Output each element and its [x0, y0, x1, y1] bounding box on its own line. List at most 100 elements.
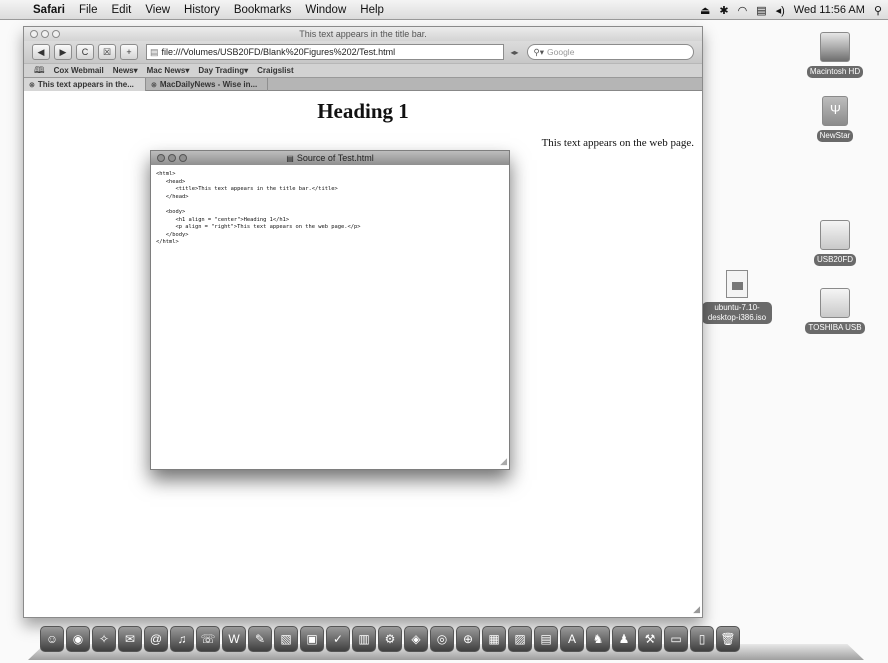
external-drive-icon: [820, 220, 850, 250]
script-editor-icon[interactable]: ✓: [326, 626, 350, 652]
bookmark-news[interactable]: News▾: [113, 66, 138, 75]
code-line: <p align = "right">This text appears on …: [156, 224, 361, 231]
window-controls: [30, 30, 60, 38]
trash-icon[interactable]: 🗑: [716, 626, 740, 652]
menu-bar: Safari File Edit View History Bookmarks …: [0, 0, 888, 20]
network-icon[interactable]: ◎: [430, 626, 454, 652]
search-field[interactable]: ⚲▾ Google: [526, 44, 694, 60]
eject-icon[interactable]: ⏏: [700, 4, 710, 17]
hard-drive-icon: [820, 32, 850, 62]
spotlight-icon[interactable]: ⚲: [874, 4, 882, 17]
address-field[interactable]: ▤ file:///Volumes/USB20FD/Blank%20Figure…: [146, 44, 505, 60]
cube-icon[interactable]: ◈: [404, 626, 428, 652]
tab-close-icon[interactable]: ⊗: [151, 81, 157, 89]
address-dropdown-icon[interactable]: ◂▸: [510, 48, 518, 57]
search-icon: ⚲▾: [533, 46, 545, 57]
minimize-button[interactable]: [168, 154, 176, 162]
code-line: <title>This text appears in the title ba…: [156, 186, 338, 193]
forward-button[interactable]: ▶: [54, 44, 72, 60]
dashboard-icon[interactable]: ◉: [66, 626, 90, 652]
user-icon[interactable]: ♟: [612, 626, 636, 652]
bookmarks-book-icon[interactable]: 🕮: [34, 63, 45, 79]
add-bookmark-button[interactable]: +: [120, 44, 138, 60]
external-drive-icon: [820, 288, 850, 318]
picture-icon[interactable]: ▨: [508, 626, 532, 652]
bookmark-day-trading[interactable]: Day Trading▾: [198, 66, 248, 75]
menu-help[interactable]: Help: [353, 4, 391, 16]
bluetooth-icon[interactable]: ✱: [719, 4, 728, 17]
desktop-icon-label: USB20FD: [813, 254, 856, 266]
textedit-icon[interactable]: ✎: [248, 626, 272, 652]
utilities-icon[interactable]: ⚒: [638, 626, 662, 652]
zoom-button[interactable]: [179, 154, 187, 162]
source-code[interactable]: <html> <head> <title>This text appears i…: [151, 165, 509, 253]
desktop-icon-ubuntu-iso[interactable]: ubuntu-7.10-desktop-i386.iso: [697, 270, 777, 324]
menu-file[interactable]: File: [72, 4, 105, 16]
zoom-button[interactable]: [52, 30, 60, 38]
menu-edit[interactable]: Edit: [105, 4, 139, 16]
menu-view[interactable]: View: [138, 4, 177, 16]
finder-icon[interactable]: ☺: [40, 626, 64, 652]
source-window-title: Source of Test.html: [296, 153, 374, 163]
desktop-icon-label: TOSHIBA USB: [805, 322, 865, 334]
code-line: </head>: [156, 193, 189, 200]
desktop-icon-usb20fd[interactable]: USB20FD: [795, 220, 875, 266]
bookmark-cox-webmail[interactable]: Cox Webmail: [54, 66, 104, 75]
tab-macdailynews[interactable]: ⊗ MacDailyNews - Wise in...: [146, 78, 268, 91]
bookmark-craigslist[interactable]: Craigslist: [257, 66, 293, 75]
desktop-icon-toshiba-usb[interactable]: TOSHIBA USB: [795, 288, 875, 334]
minimize-button[interactable]: [41, 30, 49, 38]
calculator-icon[interactable]: ▤: [534, 626, 558, 652]
iweb-icon[interactable]: W: [222, 626, 246, 652]
code-line: <html>: [156, 171, 176, 177]
photo-booth-icon[interactable]: ▦: [482, 626, 506, 652]
menu-history[interactable]: History: [177, 4, 227, 16]
window-controls: [157, 154, 187, 162]
font-book-icon[interactable]: A: [560, 626, 584, 652]
back-icon: ◀: [37, 46, 45, 57]
menu-clock[interactable]: Wed 11:56 AM: [794, 4, 865, 16]
source-window: ▤ Source of Test.html <html> <head> <titl…: [150, 150, 510, 470]
menu-bookmarks[interactable]: Bookmarks: [227, 4, 299, 16]
page-paragraph: This text appears on the web page.: [541, 137, 694, 149]
safari-toolbar: ◀ ▶ C ☒ + ▤ file:///Volumes/USB20FD/Blan…: [24, 41, 702, 63]
source-titlebar[interactable]: ▤ Source of Test.html: [151, 151, 509, 165]
downloads-folder-icon[interactable]: ▭: [664, 626, 688, 652]
resize-grip-icon[interactable]: ◢: [500, 456, 507, 467]
desktop-icon-label: Macintosh HD: [806, 66, 864, 78]
close-button[interactable]: [30, 30, 38, 38]
system-preferences-icon[interactable]: ⚙: [378, 626, 402, 652]
preview-icon[interactable]: ▧: [274, 626, 298, 652]
tab-bar: ⊗ This text appears in the... ⊗ MacDaily…: [24, 77, 702, 91]
safari-icon[interactable]: ✧: [92, 626, 116, 652]
mail-icon[interactable]: ✉: [118, 626, 142, 652]
bookmark-mac-news[interactable]: Mac News▾: [147, 66, 190, 75]
resize-grip-icon[interactable]: ◢: [693, 604, 700, 615]
stop-icon: ☒: [102, 46, 112, 57]
display-icon[interactable]: ▤: [756, 4, 766, 17]
keynote-icon[interactable]: ▥: [352, 626, 376, 652]
desktop-icon-newstar[interactable]: NewStar: [795, 96, 875, 142]
usb-drive-icon: [822, 96, 848, 126]
back-button[interactable]: ◀: [32, 44, 50, 60]
tab-close-icon[interactable]: ⊗: [29, 81, 35, 89]
chess-icon[interactable]: ♞: [586, 626, 610, 652]
menu-window[interactable]: Window: [298, 4, 353, 16]
ichat-icon[interactable]: ☏: [196, 626, 220, 652]
close-button[interactable]: [157, 154, 165, 162]
stop-button[interactable]: ☒: [98, 44, 116, 60]
safari-titlebar[interactable]: This text appears in the title bar.: [24, 27, 702, 41]
tab-test-page[interactable]: ⊗ This text appears in the...: [24, 78, 146, 91]
plus-icon: +: [126, 47, 132, 57]
itunes-icon[interactable]: ♫: [170, 626, 194, 652]
desktop-icon-macintosh-hd[interactable]: Macintosh HD: [795, 32, 875, 78]
documents-folder-icon[interactable]: ▯: [690, 626, 714, 652]
iphoto-icon[interactable]: ▣: [300, 626, 324, 652]
address-book-icon[interactable]: @: [144, 626, 168, 652]
reload-button[interactable]: C: [76, 44, 94, 60]
menu-app-safari[interactable]: Safari: [26, 4, 72, 16]
globe-icon[interactable]: ⊕: [456, 626, 480, 652]
volume-icon[interactable]: ◂): [776, 4, 785, 17]
wifi-icon[interactable]: ◠: [738, 4, 748, 17]
code-line: </body>: [156, 231, 189, 238]
